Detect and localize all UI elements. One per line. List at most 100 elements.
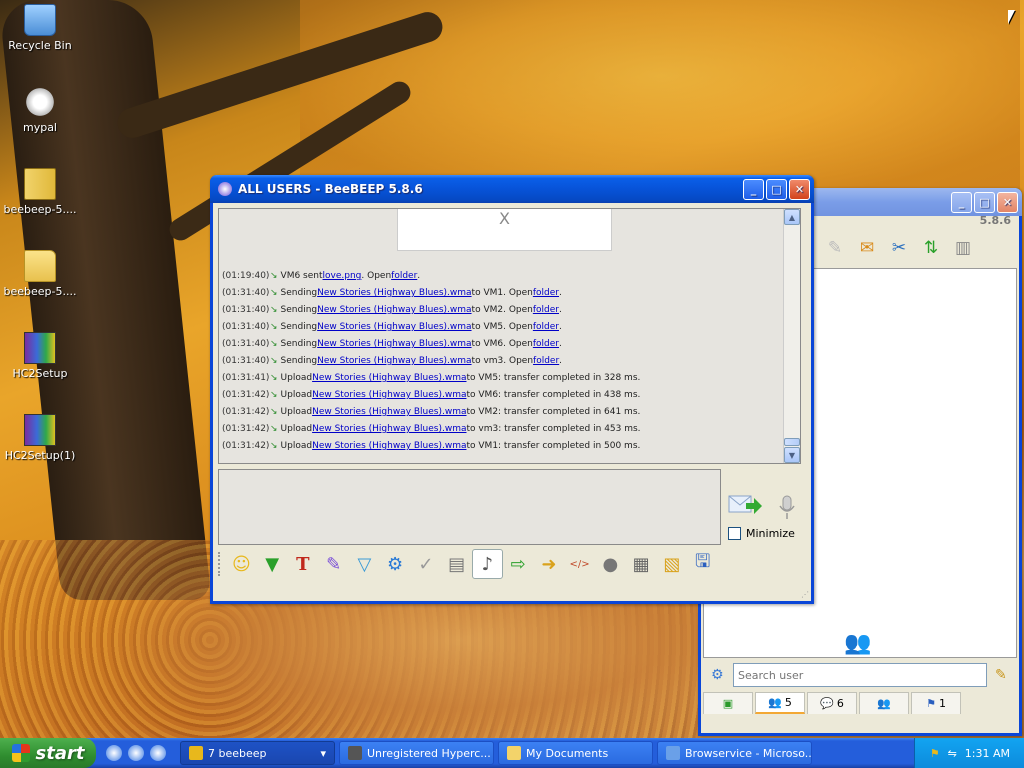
- music-note-icon[interactable]: ♪: [471, 549, 503, 579]
- toolbar-grip[interactable]: [218, 552, 222, 576]
- file-link[interactable]: New Stories (Highway Blues).wma: [317, 285, 471, 302]
- floppy-icon[interactable]: 🖫: [687, 549, 718, 579]
- microphone-icon[interactable]: [778, 495, 796, 521]
- file-link[interactable]: New Stories (Highway Blues).wma: [312, 370, 466, 387]
- start-button[interactable]: start: [0, 738, 96, 768]
- emoticon-icon[interactable]: ☺: [226, 549, 257, 579]
- html-icon[interactable]: </>: [564, 549, 595, 579]
- browser-icon[interactable]: [150, 745, 166, 761]
- minimize-button[interactable]: _: [743, 178, 764, 200]
- file-link[interactable]: New Stories (Highway Blues).wma: [317, 336, 471, 353]
- taskbar-button-browservice[interactable]: Browservice - Microso...: [657, 741, 812, 765]
- log-timestamp: (01:19:40): [222, 271, 270, 281]
- log-text: to VM5. Open: [471, 322, 533, 332]
- read-icon[interactable]: ✓: [410, 549, 441, 579]
- transfer-arrow-icon: ↘: [270, 271, 278, 281]
- tab-shares[interactable]: ⚑ 1: [911, 692, 961, 714]
- screenshot-icon[interactable]: ▦: [626, 549, 657, 579]
- filter-icon[interactable]: ▽: [349, 549, 380, 579]
- text-icon[interactable]: ▤: [441, 549, 472, 579]
- minimize-button[interactable]: _: [951, 191, 972, 213]
- log-text: Sending: [280, 339, 318, 349]
- taskbar-button-my-documents[interactable]: My Documents: [498, 741, 653, 765]
- chat-window-titlebar[interactable]: ALL USERS - BeeBEEP 5.8.6 _ □ ✕: [210, 175, 814, 203]
- folder-link[interactable]: folder: [533, 302, 559, 319]
- desktop-icon-mypal[interactable]: mypal: [0, 86, 80, 134]
- record-icon[interactable]: ●: [595, 549, 626, 579]
- resize-grip[interactable]: ⋰: [801, 590, 809, 599]
- search-row: ⚙ ✎: [703, 660, 1019, 690]
- desktop-icon-recycle-bin[interactable]: Recycle Bin: [0, 4, 80, 52]
- beebeep-tray-icon[interactable]: ⚑: [930, 747, 940, 760]
- close-button[interactable]: ✕: [997, 191, 1018, 213]
- log-timestamp: (01:31:41): [222, 373, 270, 383]
- minimize-checkbox[interactable]: [728, 527, 741, 540]
- scroll-up-button[interactable]: ▲: [784, 209, 800, 225]
- log-text: to VM6: transfer completed in 438 ms.: [466, 390, 641, 400]
- file-link[interactable]: New Stories (Highway Blues).wma: [317, 319, 471, 336]
- search-settings-icon[interactable]: ⚙: [711, 667, 724, 683]
- log-text: .: [559, 305, 562, 315]
- version-label: 5.8.6: [979, 214, 1011, 227]
- chat-log[interactable]: X (01:19:40) ↘ VM6 sent love.png. Open fol…: [218, 208, 801, 464]
- media-player-icon[interactable]: [128, 745, 144, 761]
- maximize-button[interactable]: □: [766, 178, 787, 200]
- file-link[interactable]: New Stories (Highway Blues).wma: [312, 387, 466, 404]
- note-icon[interactable]: ▧: [657, 549, 688, 579]
- desktop-icon-hc2setup-1[interactable]: HC2Setup(1): [0, 414, 80, 462]
- chat-log-scrollbar[interactable]: ▲ ▼: [783, 209, 800, 463]
- log-text: Sending: [280, 356, 318, 366]
- folder-link[interactable]: folder: [533, 353, 559, 370]
- folder-link[interactable]: folder: [533, 336, 559, 353]
- minimize-checkbox-row[interactable]: Minimize: [728, 527, 795, 540]
- update-icon[interactable]: ⇅: [917, 234, 945, 262]
- settings-icon[interactable]: ⚙: [380, 549, 411, 579]
- folder-link[interactable]: folder: [533, 319, 559, 336]
- scroll-thumb[interactable]: [784, 438, 800, 446]
- attach-icon[interactable]: ✎: [821, 234, 849, 262]
- tools-icon[interactable]: ✂: [885, 234, 913, 262]
- clock[interactable]: 1:31 AM: [965, 747, 1010, 760]
- log-line: (01:31:40) ↘ Sending New Stories (Highway …: [222, 285, 641, 302]
- taskbar-button-beebeep[interactable]: 7 beebeep ▾: [180, 741, 335, 765]
- maximize-button[interactable]: □: [974, 191, 995, 213]
- windows-logo-icon: [11, 744, 30, 762]
- save-icon[interactable]: ▼: [257, 549, 288, 579]
- desktop-icon-beebeep-zip[interactable]: beebeep-5....: [0, 168, 80, 216]
- tab-groups[interactable]: 👥: [859, 692, 909, 714]
- clear-search-icon[interactable]: ✎: [995, 667, 1007, 683]
- color-icon[interactable]: ✎: [318, 549, 349, 579]
- transfer-arrow-icon: ↘: [270, 373, 278, 383]
- taskbar-button-hypercam[interactable]: Unregistered Hyperc...: [339, 741, 494, 765]
- tab-count: 5: [784, 696, 792, 709]
- search-user-input[interactable]: [733, 663, 987, 687]
- desktop-icon-hc2setup[interactable]: HC2Setup: [0, 332, 80, 380]
- clear-icon[interactable]: ▥: [949, 234, 977, 262]
- tab-chats[interactable]: 💬 6: [807, 692, 857, 714]
- transfer-arrow-icon: ↘: [270, 407, 278, 417]
- send-file-icon[interactable]: ⇨: [503, 549, 534, 579]
- log-text: .: [559, 288, 562, 298]
- send-message-icon[interactable]: [728, 493, 762, 517]
- folder-link[interactable]: folder: [533, 285, 559, 302]
- file-link[interactable]: love.png: [323, 268, 362, 285]
- folder-link[interactable]: folder: [391, 268, 417, 285]
- scroll-down-button[interactable]: ▼: [784, 447, 800, 463]
- close-button[interactable]: ✕: [789, 178, 810, 200]
- internet-explorer-icon[interactable]: [106, 745, 122, 761]
- tab-users[interactable]: 👥 5: [755, 692, 805, 714]
- tab-count: 6: [836, 697, 844, 710]
- file-link[interactable]: New Stories (Highway Blues).wma: [312, 438, 466, 455]
- file-link[interactable]: New Stories (Highway Blues).wma: [312, 404, 466, 421]
- network-tray-icon[interactable]: ⇋: [948, 747, 957, 760]
- message-input[interactable]: [218, 469, 721, 545]
- file-link[interactable]: New Stories (Highway Blues).wma: [317, 302, 471, 319]
- desktop-icon-beebeep-folder[interactable]: beebeep-5....: [0, 250, 80, 298]
- tab-monitor[interactable]: ▣: [703, 692, 753, 714]
- font-icon[interactable]: T: [287, 549, 318, 579]
- file-link[interactable]: New Stories (Highway Blues).wma: [312, 421, 466, 438]
- edit-message-icon[interactable]: ✉: [853, 234, 881, 262]
- file-link[interactable]: New Stories (Highway Blues).wma: [317, 353, 471, 370]
- send-folder-icon[interactable]: ➜: [534, 549, 565, 579]
- log-text: to VM6. Open: [471, 339, 533, 349]
